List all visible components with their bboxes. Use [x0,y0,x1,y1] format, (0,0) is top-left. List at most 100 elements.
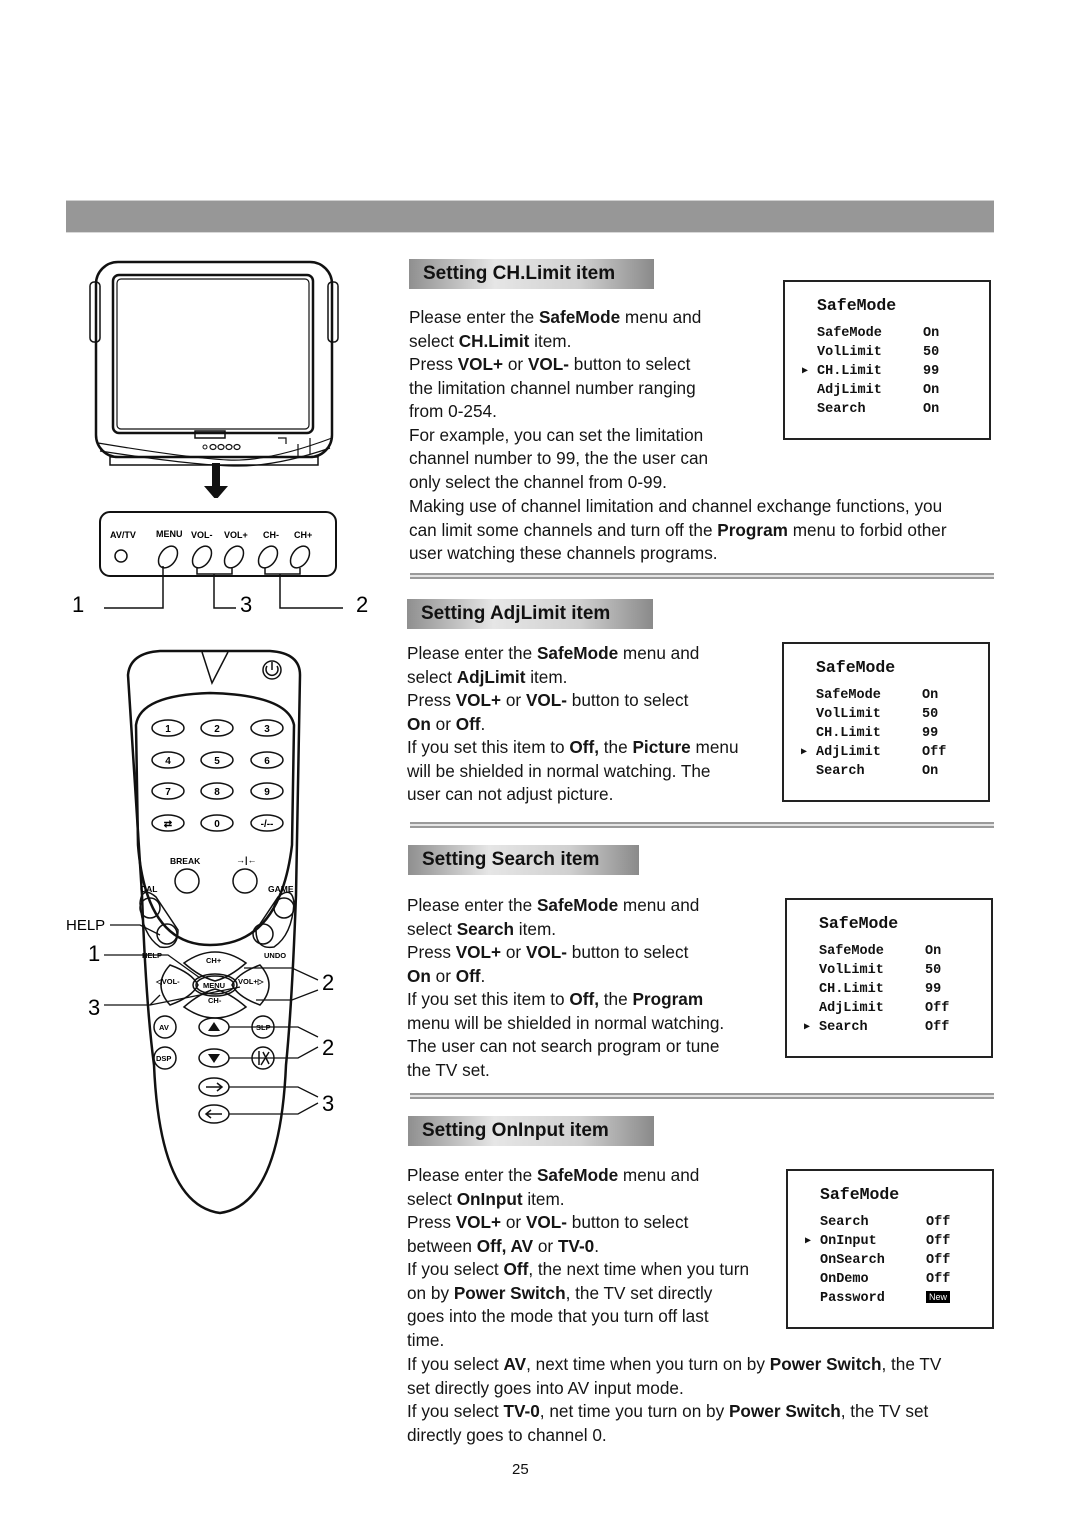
section-text-search: Please enter the SafeMode menu and select… [407,894,787,1082]
bold-term: On [407,965,431,986]
text-run: channel number to 99, the the user can [409,448,709,468]
callout-right-3: 3 [322,1091,334,1116]
text-run: . [594,1235,600,1256]
section-divider [410,822,994,828]
bold-term: Off [503,1259,529,1279]
text-run: button to select [567,942,689,962]
label-menu: MENU [203,981,225,990]
osd-row: VolLimit 50 [817,343,939,362]
osd-row-value: Off [926,1215,951,1230]
bold-term: Power Switch [728,1401,841,1421]
label-av: AV [159,1023,169,1032]
bold-term: On [407,713,431,734]
text-line: On or Off. [407,965,787,989]
text-run: menu and [620,307,702,327]
osd-row-label: AdjLimit [819,1001,884,1016]
game-button [273,897,295,919]
text-line: the TV set. [407,1059,787,1083]
text-line: set directly goes into AV input mode. [407,1377,1007,1401]
label-ch-plus: CH+ [206,956,222,965]
text-line: If you set this item to Off, the Program [407,988,787,1012]
osd-row: AdjLimit On [817,381,939,400]
text-run: select [407,666,457,687]
text-line: can limit some channels and turn off the… [409,519,1009,543]
key-6: 6 [264,756,270,767]
text-run: Please enter the [407,895,537,915]
osd-row: VolLimit 50 [819,961,941,980]
osd-row-label: Search [817,402,866,417]
selection-pointer-icon: ▶ [801,747,808,758]
text-run: , the TV [881,1354,942,1374]
label-dsp: DSP [156,1054,171,1063]
text-run: can limit some channels and turn off the [409,519,718,540]
selection-pointer-icon: ▶ [802,366,809,377]
osd-row: Search On [817,400,939,419]
text-line: from 0-254. [409,400,769,424]
osd-row: ▶ CH.Limit 99 [802,362,940,381]
osd-row: ▶ OnInput Off [805,1232,951,1251]
text-line: Please enter the SafeMode menu and [409,306,769,330]
text-run: menu and [618,895,700,915]
text-line: For example, you can set the limitation [409,424,769,448]
bold-term: OnInput [456,1188,523,1209]
tv-illustration [89,260,339,498]
header-bar [66,200,994,233]
text-run: select [409,330,459,351]
callout-1: 1 [72,592,84,617]
section-title-search: Setting Search item [408,845,639,875]
text-run: the limitation channel number ranging [409,377,696,398]
bold-term: TV-0 [557,1235,595,1256]
osd-title: SafeMode [819,914,899,933]
section-text-chlimit: Please enter the SafeMode menu and select… [409,306,769,494]
bold-term: TV-0 [503,1401,540,1421]
osd-title: SafeMode [820,1185,900,1204]
new-badge: New [926,1291,951,1304]
panel-label-avtv: AV/TV [110,530,136,540]
bold-term: VOL+ [455,942,502,962]
text-line: Please enter the SafeMode menu and [407,894,787,918]
text-line: If you select Off, the next time when yo… [407,1258,797,1282]
osd-row-label: CH.Limit [816,726,881,741]
osd-row: Search On [816,762,938,781]
osd-row: Search Off [820,1213,950,1232]
osd-row-value: 50 [923,345,940,360]
osd-title: SafeMode [816,658,896,677]
bold-term: Off, [569,989,599,1009]
bold-term: Off, AV [476,1235,534,1256]
text-run: set directly goes into AV input mode. [407,1377,684,1398]
callout-3: 3 [240,592,252,617]
panel-label-vol-plus: VOL+ [224,530,248,540]
osd-row: CH.Limit 99 [816,724,938,743]
text-run: , the TV set [840,1401,929,1421]
osd-row-label: SafeMode [817,326,882,341]
osd-row-value: Off [926,1234,951,1249]
section-title-oninput: Setting OnInput item [408,1116,654,1146]
text-line: directly goes to channel 0. [407,1424,1007,1448]
text-run: button to select [569,354,691,374]
text-run: Please enter the [407,1165,537,1185]
text-run: Making use of channel limitation and cha… [409,496,943,516]
text-run: . [480,713,486,734]
section-extra-oninput: If you select AV, next time when you tur… [407,1353,1007,1447]
text-run: , net time you turn on by [539,1401,729,1421]
bold-term: Power Switch [769,1354,882,1374]
bold-term: VOL+ [455,1212,502,1232]
text-run: menu and [618,643,700,663]
bold-term: Off [455,713,481,734]
text-line: Press VOL+ or VOL- button to select [407,689,787,713]
text-run: Please enter the [409,307,539,327]
bold-term: Program [632,989,704,1009]
osd-row-label: OnDemo [820,1272,869,1287]
text-run: Press [407,690,456,710]
osd-row-value: Off [926,1272,951,1287]
osd-row-label: OnSearch [820,1253,885,1268]
osd-row-value: 99 [923,364,940,379]
label-break: BREAK [170,856,201,866]
panel-label-ch-minus: CH- [263,530,279,540]
text-line: goes into the mode that you turn off las… [407,1305,797,1329]
osd-row-value: On [925,944,942,959]
callout-right-2b: 2 [322,1035,334,1060]
vol-plus-button [223,545,245,569]
section-extra-chlimit: Making use of channel limitation and cha… [409,495,1009,566]
text-line: menu will be shielded in normal watching… [407,1012,787,1036]
